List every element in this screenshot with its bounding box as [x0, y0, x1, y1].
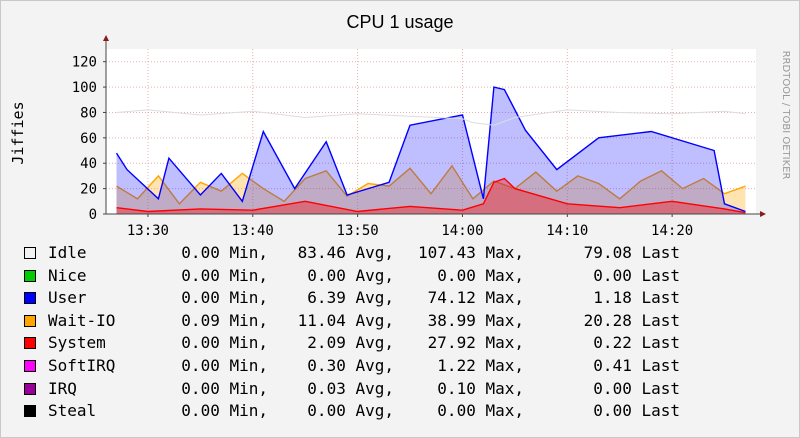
x-tick-label: 13:30 [127, 223, 169, 239]
legend-avg: 2.09 Avg, [307, 333, 394, 353]
y-tick-label: 80 [80, 105, 97, 121]
y-tick-label: 20 [80, 182, 97, 198]
legend-series-name: Idle [48, 243, 87, 262]
legend: Idle 0.00 Min, 83.46 Avg, 107.43 Max, 79.08 … [24, 243, 744, 424]
legend-avg: 6.39 Avg, [307, 288, 394, 308]
legend-last: 0.22 Last [593, 333, 680, 353]
legend-series-name: User [48, 288, 87, 308]
legend-swatch [24, 359, 36, 372]
legend-last: 20.28 Last [583, 310, 680, 330]
y-tick-label: 0 [89, 207, 97, 223]
x-tick-label: 13:50 [337, 223, 379, 239]
y-tick-label: 40 [80, 156, 97, 172]
legend-series-name: SoftIRQ [48, 355, 116, 375]
legend-row-waitio: Wait-IO 0.09 Min, 11.04 Avg, 38.99 Max, 20.2… [24, 311, 744, 334]
legend-last: 1.18 Last [593, 288, 680, 308]
legend-min: 0.00 Min, [181, 378, 268, 398]
legend-row-nice: Nice 0.00 Min, 0.00 Avg, 0.00 Max, 0.00 Last [24, 266, 744, 289]
legend-series-name: System [48, 333, 106, 353]
chart-title: CPU 1 usage [346, 12, 453, 32]
legend-row-steal: Steal 0.00 Min, 0.00 Avg, 0.00 Max, 0.00 Las… [24, 401, 744, 424]
legend-avg: 0.03 Avg, [307, 378, 394, 398]
legend-last: 0.00 Last [593, 401, 680, 421]
legend-avg: 0.30 Avg, [307, 355, 394, 375]
legend-series-name: IRQ [48, 378, 77, 398]
legend-min: 0.00 Min, [181, 265, 268, 285]
legend-series-name: Nice [48, 265, 87, 285]
legend-min: 0.00 Min, [181, 288, 268, 308]
legend-avg: 0.00 Avg, [307, 401, 394, 421]
legend-max: 0.10 Max, [437, 378, 524, 398]
legend-swatch [24, 292, 36, 305]
legend-series-name: Wait-IO [48, 310, 116, 330]
x-axis-arrow [760, 211, 766, 217]
legend-max: 74.12 Max, [427, 288, 524, 308]
y-tick-label: 60 [80, 131, 97, 147]
legend-series-name: Steal [48, 401, 97, 421]
legend-row-irq: IRQ 0.00 Min, 0.03 Avg, 0.10 Max, 0.00 Last [24, 379, 744, 402]
legend-row-system: System 0.00 Min, 2.09 Avg, 27.92 Max, 0.22 L… [24, 333, 744, 356]
x-tick-label: 13:40 [232, 223, 274, 239]
y-axis-label: Jiffies [9, 101, 27, 164]
legend-row-softirq: SoftIRQ 0.00 Min, 0.30 Avg, 1.22 Max, 0.41 L… [24, 356, 744, 379]
legend-row-user: User 0.00 Min, 6.39 Avg, 74.12 Max, 1.18 Las… [24, 288, 744, 311]
y-tick-label: 120 [72, 55, 97, 71]
legend-min: 0.00 Min, [181, 243, 268, 262]
x-tick-label: 14:10 [546, 223, 588, 239]
legend-avg: 11.04 Avg, [297, 310, 394, 330]
legend-swatch [24, 314, 36, 327]
legend-row-idle: Idle 0.00 Min, 83.46 Avg, 107.43 Max, 79.08 … [24, 243, 744, 266]
legend-max: 38.99 Max, [427, 310, 524, 330]
legend-swatch [24, 337, 36, 350]
x-tick-label: 14:00 [441, 223, 483, 239]
legend-max: 0.00 Max, [437, 401, 524, 421]
legend-swatch [24, 405, 36, 418]
legend-max: 0.00 Max, [437, 265, 524, 285]
legend-last: 0.00 Last [593, 378, 680, 398]
y-tick-labels: 0 20 40 60 80 100 120 [72, 55, 97, 223]
legend-swatch [24, 382, 36, 395]
y-axis-arrow [103, 35, 109, 41]
legend-last: 0.00 Last [593, 265, 680, 285]
legend-avg: 0.00 Avg, [307, 265, 394, 285]
legend-min: 0.00 Min, [181, 401, 268, 421]
x-tick-labels: 13:30 13:40 13:50 14:00 14:10 14:20 [127, 223, 693, 239]
legend-max: 107.43 Max, [418, 243, 524, 262]
legend-max: 27.92 Max, [427, 333, 524, 353]
legend-last: 0.41 Last [593, 355, 680, 375]
y-tick-label: 100 [72, 80, 97, 96]
rrdtool-watermark: RRDTOOL / TOBI OETIKER [780, 51, 791, 180]
legend-min: 0.09 Min, [181, 310, 268, 330]
legend-avg: 83.46 Avg, [297, 243, 394, 262]
legend-last: 79.08 Last [583, 243, 680, 262]
legend-swatch [24, 269, 36, 282]
legend-max: 1.22 Max, [437, 355, 524, 375]
legend-min: 0.00 Min, [181, 333, 268, 353]
legend-swatch [24, 247, 36, 259]
legend-min: 0.00 Min, [181, 355, 268, 375]
x-tick-label: 14:20 [651, 223, 693, 239]
